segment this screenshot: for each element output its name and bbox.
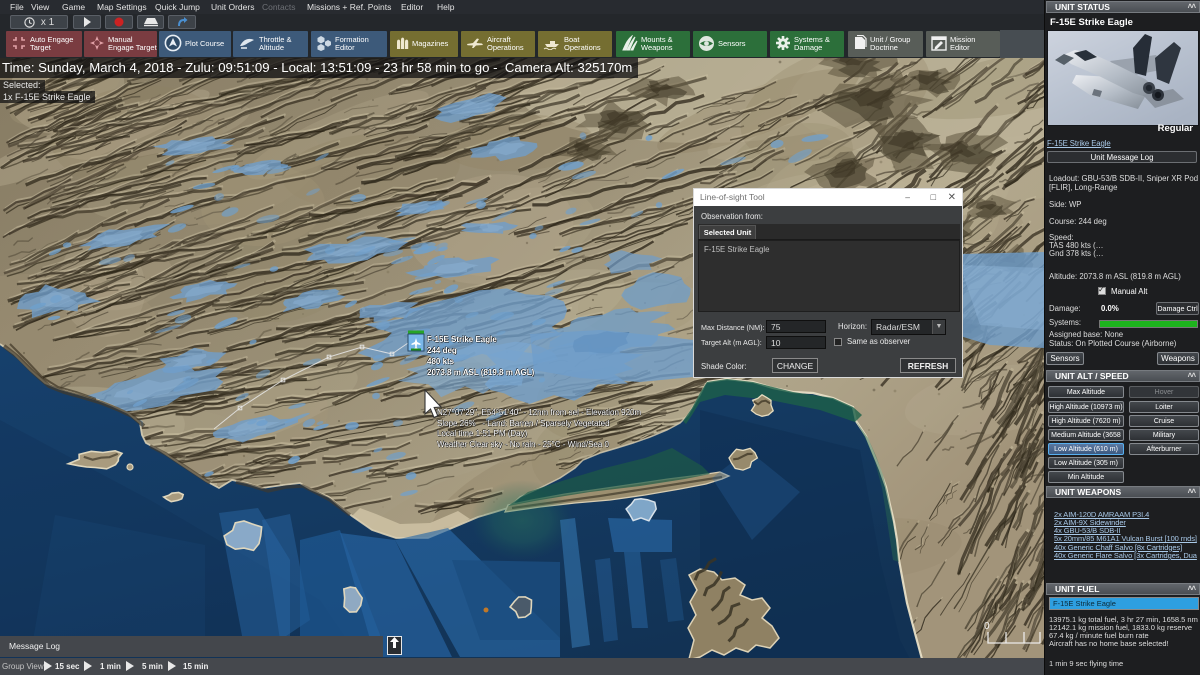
svg-text:0: 0 <box>984 621 990 632</box>
